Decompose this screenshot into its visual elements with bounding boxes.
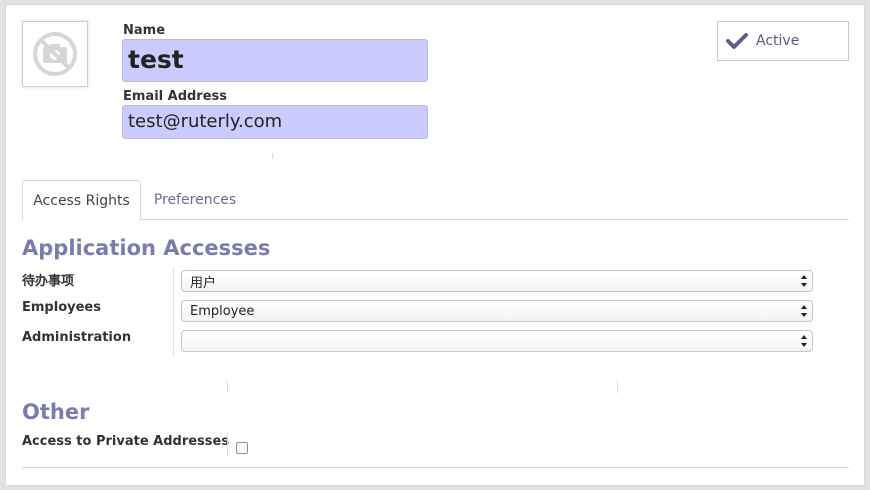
section-title-other: Other [22,400,90,424]
section-title-application-accesses: Application Accesses [22,236,271,260]
checkmark-icon [726,33,748,49]
select-arrows-icon [801,335,807,347]
select-arrows-icon [801,305,807,317]
name-label: Name [123,23,166,38]
divider-tick [227,381,228,393]
administration-access-select[interactable] [181,330,813,352]
divider-tick [617,381,618,393]
access-row-label-administration: Administration [22,330,132,345]
active-toggle-button[interactable]: Active [717,21,849,61]
email-input[interactable]: test@ruterly.com [122,105,428,139]
select-arrows-icon [801,275,807,287]
private-addresses-label: Access to Private Addresses [22,434,230,449]
user-form-sheet: Name test Email Address test@ruterly.com… [5,4,865,486]
employees-access-select[interactable]: Employee [181,300,813,322]
tab-preferences[interactable]: Preferences [142,180,248,220]
camera-off-icon [33,32,77,76]
access-row-label-employees: Employees [22,300,101,315]
email-label: Email Address [123,89,228,104]
tab-access-rights[interactable]: Access Rights [22,180,141,221]
label-column-divider [173,267,174,357]
todo-access-select[interactable]: 用户 [181,270,813,292]
private-addresses-checkbox[interactable] [236,442,248,454]
label-column-divider [227,433,228,457]
bottom-divider [22,467,849,468]
name-input[interactable]: test [122,39,428,82]
tab-bar: Access Rights Preferences [22,180,849,221]
active-label: Active [756,33,800,49]
todo-access-value: 用户 [190,275,217,291]
divider-tick [272,153,273,159]
avatar-placeholder[interactable] [22,21,88,87]
access-row-label-todo: 待办事项 [22,274,75,289]
employees-access-value: Employee [190,303,255,319]
